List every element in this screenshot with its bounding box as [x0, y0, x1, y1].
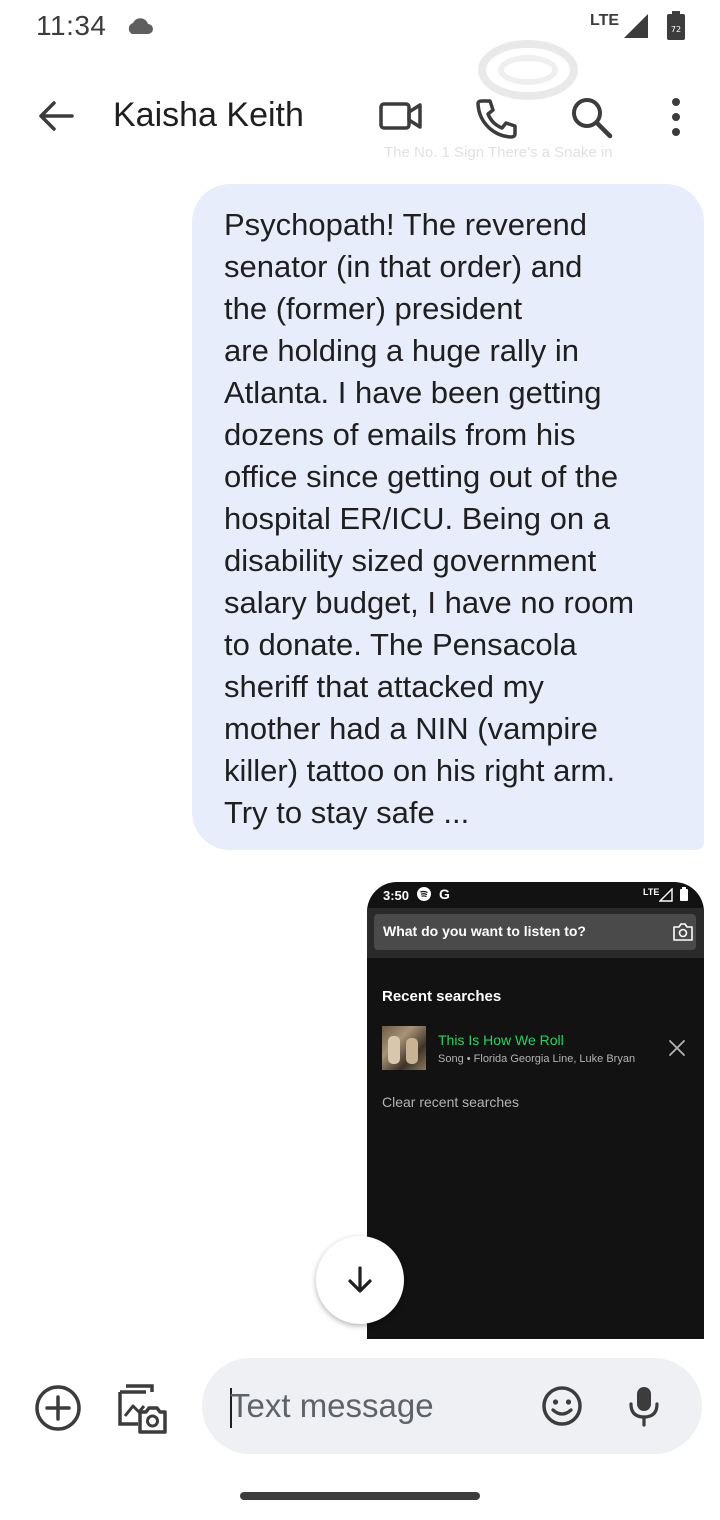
video-call-icon[interactable]	[378, 98, 424, 139]
gallery-camera-icon[interactable]	[116, 1382, 168, 1439]
recent-song-title: This Is How We Roll	[438, 1032, 564, 1048]
contact-name[interactable]: Kaisha Keith	[113, 96, 304, 135]
recent-song-subtitle: Song • Florida Georgia Line, Luke Bryan	[438, 1053, 636, 1065]
microphone-icon[interactable]	[626, 1384, 662, 1433]
camera-icon	[672, 922, 694, 947]
outgoing-message-bubble[interactable]: Psychopath! The reverend senator (in tha…	[192, 184, 704, 850]
attachment-network: LTE	[643, 887, 660, 897]
attachment-search-bar: What do you want to listen to?	[367, 908, 704, 958]
scroll-to-bottom-button[interactable]	[316, 1236, 404, 1324]
attachment-signal-icon	[658, 887, 673, 907]
recent-searches-title: Recent searches	[382, 988, 502, 1005]
attachment-status-time: 3:50	[383, 888, 410, 903]
emoji-icon[interactable]	[540, 1384, 584, 1433]
status-time: 11:34	[36, 10, 107, 41]
clear-recent-searches: Clear recent searches	[382, 1094, 519, 1110]
album-art-thumbnail	[382, 1026, 426, 1070]
message-text: Psychopath! The reverend senator (in tha…	[224, 207, 635, 830]
back-arrow-icon[interactable]	[34, 94, 78, 143]
conversation-header: Kaisha Keith	[0, 74, 720, 160]
gesture-navigation-bar[interactable]	[240, 1492, 480, 1500]
attachment-search-placeholder: What do you want to listen to?	[383, 923, 586, 939]
attachment-status-g: G	[439, 886, 450, 902]
phone-icon[interactable]	[474, 96, 518, 145]
arrow-down-icon	[348, 1266, 372, 1293]
cloud-icon	[124, 16, 154, 41]
message-composer	[202, 1358, 702, 1454]
image-attachment[interactable]: 3:50 G LTE What do you want to listen to…	[367, 882, 704, 1339]
add-attachment-icon[interactable]	[34, 1384, 82, 1437]
attachment-battery-icon	[679, 887, 689, 907]
close-icon	[667, 1038, 687, 1063]
spotify-icon	[417, 887, 431, 906]
more-options-icon[interactable]	[664, 96, 688, 145]
search-icon[interactable]	[570, 96, 614, 145]
text-message-input[interactable]	[230, 1384, 510, 1428]
